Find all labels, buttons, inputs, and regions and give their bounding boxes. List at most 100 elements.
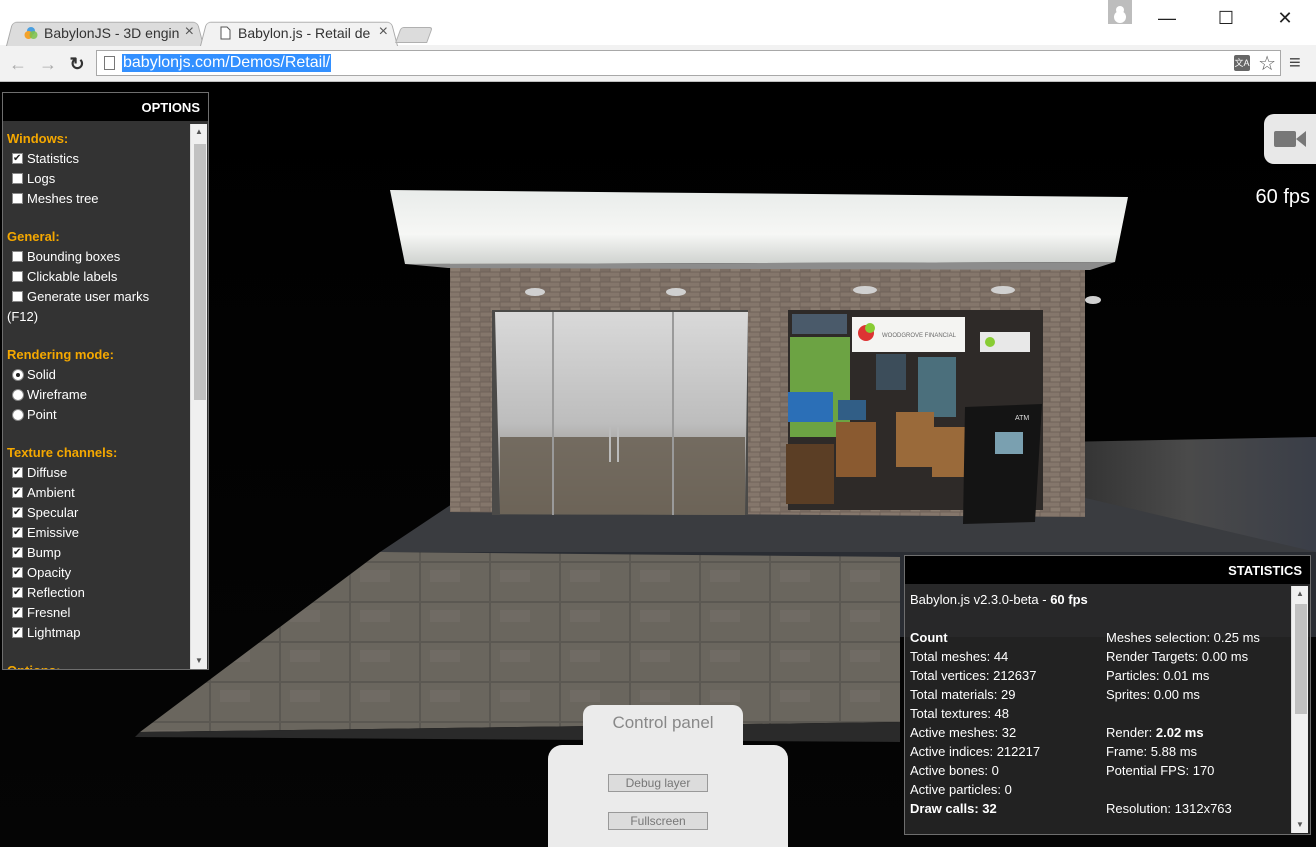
minimize-button[interactable]: — bbox=[1152, 6, 1182, 30]
option-label: Statistics bbox=[27, 151, 80, 166]
option-wireframe[interactable]: Wireframe bbox=[7, 385, 189, 405]
option-point[interactable]: Point bbox=[7, 405, 189, 425]
address-bar[interactable]: babylonjs.com/Demos/Retail/ 文A ☆ bbox=[96, 50, 1281, 76]
control-panel-title: Control panel bbox=[612, 713, 714, 732]
checkbox[interactable] bbox=[12, 503, 23, 523]
checkbox[interactable] bbox=[12, 193, 23, 204]
checkbox[interactable] bbox=[12, 543, 23, 563]
scroll-down-icon[interactable]: ▼ bbox=[191, 653, 207, 669]
profile-icon[interactable] bbox=[1108, 0, 1132, 24]
reload-button[interactable]: ↻ bbox=[65, 52, 89, 76]
tab-title: BabylonJS - 3D engin bbox=[44, 25, 180, 41]
browser-chrome: BabylonJS - 3D engin × Babylon.js - Reta… bbox=[0, 0, 1316, 82]
control-panel: Debug layer Fullscreen bbox=[548, 745, 788, 847]
scroll-thumb[interactable] bbox=[194, 144, 206, 400]
option-ambient[interactable]: Ambient bbox=[7, 483, 189, 503]
new-tab-button[interactable] bbox=[395, 27, 433, 43]
option-specular[interactable]: Specular bbox=[7, 503, 189, 523]
checkbox[interactable] bbox=[12, 173, 23, 184]
option-solid[interactable]: Solid bbox=[7, 365, 189, 385]
page-icon bbox=[220, 26, 231, 40]
scroll-down-icon[interactable]: ▼ bbox=[1292, 817, 1308, 833]
close-window-button[interactable]: ✕ bbox=[1270, 6, 1300, 30]
back-button[interactable]: ← bbox=[6, 52, 30, 76]
option-generate-user-marks[interactable]: Generate user marks bbox=[7, 287, 189, 307]
checkbox[interactable] bbox=[12, 463, 23, 483]
debug-layer-button[interactable]: Debug layer bbox=[608, 774, 708, 792]
camera-toggle-button[interactable] bbox=[1264, 114, 1316, 164]
statistics-header: STATISTICS bbox=[905, 556, 1310, 584]
fullscreen-button[interactable]: Fullscreen bbox=[608, 812, 708, 830]
option-lightmap[interactable]: Lightmap bbox=[7, 623, 189, 643]
option-fresnel[interactable]: Fresnel bbox=[7, 603, 189, 623]
section-general: General: bbox=[7, 229, 60, 244]
bookmark-star-icon[interactable]: ☆ bbox=[1258, 51, 1276, 76]
atm-label: ATM bbox=[1015, 415, 1029, 422]
scroll-up-icon[interactable]: ▲ bbox=[1292, 586, 1308, 602]
forward-button[interactable]: → bbox=[36, 52, 60, 76]
address-text[interactable]: babylonjs.com/Demos/Retail/ bbox=[122, 54, 332, 72]
stat-potential-fps: Potential FPS: 170 bbox=[1106, 763, 1215, 778]
statistics-scrollbar[interactable]: ▲ ▼ bbox=[1291, 586, 1308, 833]
option-label: Lightmap bbox=[27, 625, 81, 640]
translate-icon[interactable]: 文A bbox=[1234, 55, 1250, 71]
option-bump[interactable]: Bump bbox=[7, 543, 189, 563]
option-label: Diffuse bbox=[27, 465, 68, 480]
radio-button[interactable] bbox=[12, 389, 24, 401]
option-meshes-tree[interactable]: Meshes tree bbox=[7, 189, 189, 209]
stat-total-vertices: Total vertices: 212637 bbox=[910, 668, 1037, 683]
option-logs[interactable]: Logs bbox=[7, 169, 189, 189]
shortcut-note: (F12) bbox=[7, 309, 39, 324]
options-panel: OPTIONS Windows: Statistics Logs Meshes … bbox=[2, 92, 209, 670]
control-panel-tab[interactable]: Control panel bbox=[583, 705, 743, 750]
stat-active-bones: Active bones: 0 bbox=[910, 763, 999, 778]
section-windows: Windows: bbox=[7, 131, 69, 146]
checkbox[interactable] bbox=[12, 149, 23, 169]
tab-babylonjs-engine[interactable]: BabylonJS - 3D engin × bbox=[6, 20, 204, 46]
scroll-up-icon[interactable]: ▲ bbox=[191, 124, 207, 140]
option-label: Solid bbox=[27, 367, 56, 382]
stat-active-particles: Active particles: 0 bbox=[910, 782, 1012, 797]
option-bounding-boxes[interactable]: Bounding boxes bbox=[7, 247, 189, 267]
radio-button[interactable] bbox=[12, 409, 24, 421]
option-opacity[interactable]: Opacity bbox=[7, 563, 189, 583]
tab-close-icon[interactable]: × bbox=[185, 23, 194, 41]
option-label: Clickable labels bbox=[27, 269, 118, 284]
engine-version: Babylon.js v2.3.0-beta - 60 fps bbox=[910, 592, 1088, 607]
option-label: Meshes tree bbox=[27, 191, 99, 206]
stat-active-meshes: Active meshes: 32 bbox=[910, 725, 1017, 740]
option-statistics[interactable]: Statistics bbox=[7, 149, 189, 169]
tab-strip: BabylonJS - 3D engin × Babylon.js - Reta… bbox=[0, 0, 1316, 46]
checkbox[interactable] bbox=[12, 271, 23, 282]
checkbox[interactable] bbox=[12, 483, 23, 503]
tab-babylonjs-retail[interactable]: Babylon.js - Retail de × bbox=[200, 20, 398, 46]
tab-title: Babylon.js - Retail de bbox=[238, 25, 371, 41]
tab-close-icon[interactable]: × bbox=[379, 23, 388, 41]
option-clickable-labels[interactable]: Clickable labels bbox=[7, 267, 189, 287]
stat-resolution: Resolution: 1312x763 bbox=[1106, 801, 1232, 816]
checkbox[interactable] bbox=[12, 603, 23, 623]
section-options: Options: bbox=[7, 661, 189, 669]
option-label: Bump bbox=[27, 545, 61, 560]
option-emissive[interactable]: Emissive bbox=[7, 523, 189, 543]
checkbox[interactable] bbox=[12, 251, 23, 262]
checkbox[interactable] bbox=[12, 291, 23, 302]
stat-render-targets: Render Targets: 0.00 ms bbox=[1106, 649, 1249, 664]
checkbox[interactable] bbox=[12, 583, 23, 603]
maximize-button[interactable]: ☐ bbox=[1211, 6, 1241, 30]
scroll-thumb[interactable] bbox=[1295, 604, 1307, 714]
section-texture-channels: Texture channels: bbox=[7, 445, 118, 460]
checkbox[interactable] bbox=[12, 623, 23, 643]
stat-active-indices: Active indices: 212217 bbox=[910, 744, 1041, 759]
render-canvas[interactable]: WOODGROVE FINANCIAL ATM 60 fps OPTIONS W… bbox=[0, 82, 1316, 847]
option-diffuse[interactable]: Diffuse bbox=[7, 463, 189, 483]
menu-icon[interactable]: ≡ bbox=[1289, 53, 1305, 73]
stat-sprites: Sprites: 0.00 ms bbox=[1106, 687, 1200, 702]
checkbox[interactable] bbox=[12, 563, 23, 583]
option-label: Bounding boxes bbox=[27, 249, 121, 264]
options-scrollbar[interactable]: ▲ ▼ bbox=[190, 124, 207, 669]
option-reflection[interactable]: Reflection bbox=[7, 583, 189, 603]
stat-total-meshes: Total meshes: 44 bbox=[910, 649, 1009, 664]
checkbox[interactable] bbox=[12, 523, 23, 543]
radio-button[interactable] bbox=[12, 369, 24, 381]
